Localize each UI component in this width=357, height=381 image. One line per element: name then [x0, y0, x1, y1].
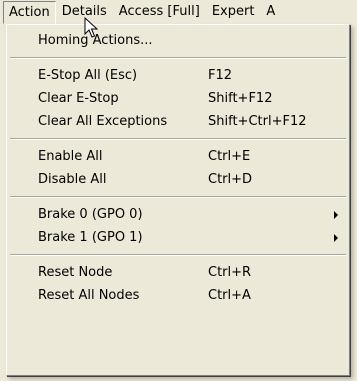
action-dropdown-menu: Homing Actions... E-Stop All (Esc) F12 C… — [6, 24, 350, 376]
menu-item-label: Brake 1 (GPO 1) — [38, 230, 143, 245]
menu-item-brake-1[interactable]: Brake 1 (GPO 1) — [7, 226, 349, 249]
menu-access[interactable]: Access [Full] — [113, 1, 206, 23]
menu-item-shortcut: Ctrl+R — [208, 265, 252, 280]
menu-item-label: Reset All Nodes — [38, 288, 140, 303]
menu-item-label: Clear E-Stop — [38, 91, 119, 106]
menu-item-shortcut: Ctrl+A — [208, 288, 251, 303]
menu-action[interactable]: Action — [3, 0, 56, 24]
menu-a[interactable]: A — [260, 1, 281, 23]
menu-separator — [10, 138, 346, 140]
menu-item-reset-node[interactable]: Reset Node Ctrl+R — [7, 261, 349, 284]
menu-expert[interactable]: Expert — [206, 1, 261, 23]
menu-separator — [10, 57, 346, 59]
menu-item-homing-actions[interactable]: Homing Actions... — [7, 29, 349, 52]
menu-item-shortcut: Shift+F12 — [208, 91, 273, 106]
menu-item-label: Reset Node — [38, 265, 113, 280]
menu-item-clear-all-exceptions[interactable]: Clear All Exceptions Shift+Ctrl+F12 — [7, 110, 349, 133]
menu-item-shortcut: Ctrl+D — [208, 172, 253, 187]
mouse-pointer-icon — [84, 17, 98, 38]
menu-item-estop-all[interactable]: E-Stop All (Esc) F12 — [7, 64, 349, 87]
submenu-arrow-icon — [334, 234, 338, 242]
submenu-arrow-icon — [334, 211, 338, 219]
menu-item-label: Clear All Exceptions — [38, 114, 168, 129]
menu-item-reset-all-nodes[interactable]: Reset All Nodes Ctrl+A — [7, 284, 349, 307]
menu-item-disable-all[interactable]: Disable All Ctrl+D — [7, 168, 349, 191]
menu-item-clear-estop[interactable]: Clear E-Stop Shift+F12 — [7, 87, 349, 110]
menu-item-brake-0[interactable]: Brake 0 (GPO 0) — [7, 203, 349, 226]
menu-item-shortcut: Ctrl+E — [208, 149, 251, 164]
menu-item-shortcut: Shift+Ctrl+F12 — [208, 114, 307, 129]
menu-item-label: Disable All — [38, 172, 107, 187]
menu-item-enable-all[interactable]: Enable All Ctrl+E — [7, 145, 349, 168]
menu-item-shortcut: F12 — [208, 68, 233, 83]
menu-item-label: E-Stop All (Esc) — [38, 68, 138, 83]
menu-separator — [10, 254, 346, 256]
menu-separator — [10, 196, 346, 198]
menu-item-label: Brake 0 (GPO 0) — [38, 207, 143, 222]
menu-bar: Action Details Access [Full] Expert A — [0, 0, 357, 24]
menu-item-label: Enable All — [38, 149, 103, 164]
